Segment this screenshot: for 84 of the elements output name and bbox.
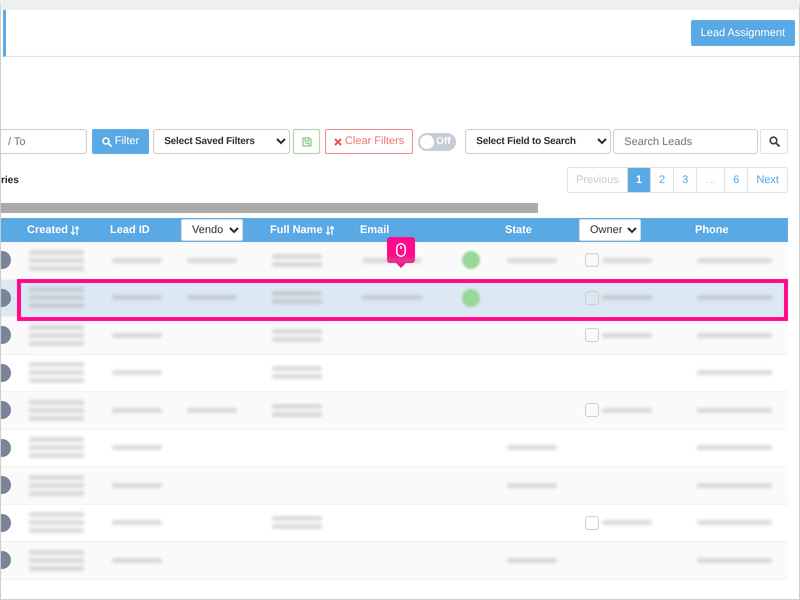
column-header[interactable]: Email xyxy=(360,222,390,238)
column-header[interactable]: Created xyxy=(27,222,79,238)
row-toggle-icon[interactable] xyxy=(1,326,11,344)
blurred-text xyxy=(112,445,162,450)
search-field-select[interactable]: Select Field to Search xyxy=(465,129,612,154)
row-toggle-icon[interactable] xyxy=(1,251,11,270)
row-toggle-icon[interactable] xyxy=(1,288,11,307)
avatar-icon xyxy=(585,403,599,418)
row-toggle-icon[interactable] xyxy=(1,476,11,494)
blurred-text xyxy=(507,558,557,563)
avatar-icon xyxy=(585,516,599,530)
column-header[interactable]: Lead ID xyxy=(110,222,150,238)
search-icon xyxy=(768,136,780,147)
blurred-text xyxy=(29,550,84,571)
sort-icon xyxy=(70,226,79,234)
lead-assignment-button[interactable]: Lead Assignment xyxy=(690,20,795,46)
blurred-text xyxy=(112,482,162,488)
blurred-text xyxy=(272,516,322,530)
blurred-text xyxy=(507,445,557,450)
avatar-icon xyxy=(585,253,599,268)
horizontal-scrollbar[interactable] xyxy=(1,203,538,213)
blurred-text xyxy=(112,332,162,338)
column-header[interactable]: Full Name xyxy=(270,222,334,238)
blurred-text xyxy=(187,258,237,263)
close-icon xyxy=(334,138,342,146)
table-row[interactable] xyxy=(1,242,788,280)
blurred-text xyxy=(112,295,162,300)
blurred-text xyxy=(602,295,652,300)
row-toggle-icon[interactable] xyxy=(1,514,11,532)
column-filter-select[interactable]: Vendo xyxy=(181,219,243,241)
status-dot xyxy=(462,251,480,270)
blurred-text xyxy=(272,328,322,342)
table-row[interactable] xyxy=(1,317,788,354)
blurred-text xyxy=(507,482,557,488)
column-header[interactable]: State xyxy=(505,222,532,238)
filter-button[interactable]: Filter xyxy=(92,129,150,154)
blurred-text xyxy=(29,287,84,308)
search-icon xyxy=(102,136,112,146)
row-toggle-icon[interactable] xyxy=(1,401,11,420)
blurred-text xyxy=(362,258,422,263)
blurred-text xyxy=(602,258,652,263)
blurred-text xyxy=(29,250,84,271)
blurred-text xyxy=(29,474,84,496)
blurred-text xyxy=(112,520,162,526)
blurred-text xyxy=(362,295,422,300)
page-button[interactable]: Next xyxy=(747,168,787,192)
blurred-text xyxy=(112,370,162,376)
save-filter-button[interactable] xyxy=(293,129,320,154)
blurred-text xyxy=(112,558,162,563)
blurred-text xyxy=(602,332,652,338)
search-field[interactable]: Search Leads xyxy=(613,129,758,154)
blurred-text xyxy=(29,512,84,534)
saved-filters-select[interactable]: Select Saved Filters xyxy=(153,129,290,154)
blurred-text xyxy=(602,520,652,526)
row-toggle-icon[interactable] xyxy=(1,438,11,457)
blurred-text xyxy=(272,291,322,304)
blurred-text xyxy=(29,400,84,421)
column-filter-select[interactable]: Owner xyxy=(579,219,641,241)
page-button[interactable]: 1 xyxy=(626,168,650,192)
blurred-text xyxy=(187,295,237,300)
entries-text: ries xyxy=(1,174,19,188)
off-toggle[interactable]: Off xyxy=(418,132,456,150)
blurred-text xyxy=(602,408,652,413)
status-dot xyxy=(462,288,480,307)
blurred-text xyxy=(272,366,322,380)
blurred-text xyxy=(112,408,162,413)
mouse-icon xyxy=(396,242,406,256)
row-toggle-icon[interactable] xyxy=(1,551,11,570)
avatar-icon xyxy=(585,328,599,342)
sort-icon xyxy=(326,226,334,234)
blurred-text xyxy=(272,254,322,267)
search-button[interactable] xyxy=(760,129,788,154)
blurred-text xyxy=(272,404,322,417)
blurred-text xyxy=(507,258,557,263)
blurred-text xyxy=(29,362,84,384)
clear-filters-button[interactable]: Clear Filters xyxy=(325,129,414,154)
column-header[interactable]: Phone xyxy=(695,222,729,238)
date-to-field[interactable]: / To xyxy=(1,129,87,154)
blurred-text xyxy=(112,258,162,263)
blurred-text xyxy=(29,437,84,458)
blurred-text xyxy=(29,324,84,346)
avatar-icon xyxy=(585,290,599,305)
blurred-text xyxy=(187,408,237,413)
row-toggle-icon[interactable] xyxy=(1,364,11,382)
